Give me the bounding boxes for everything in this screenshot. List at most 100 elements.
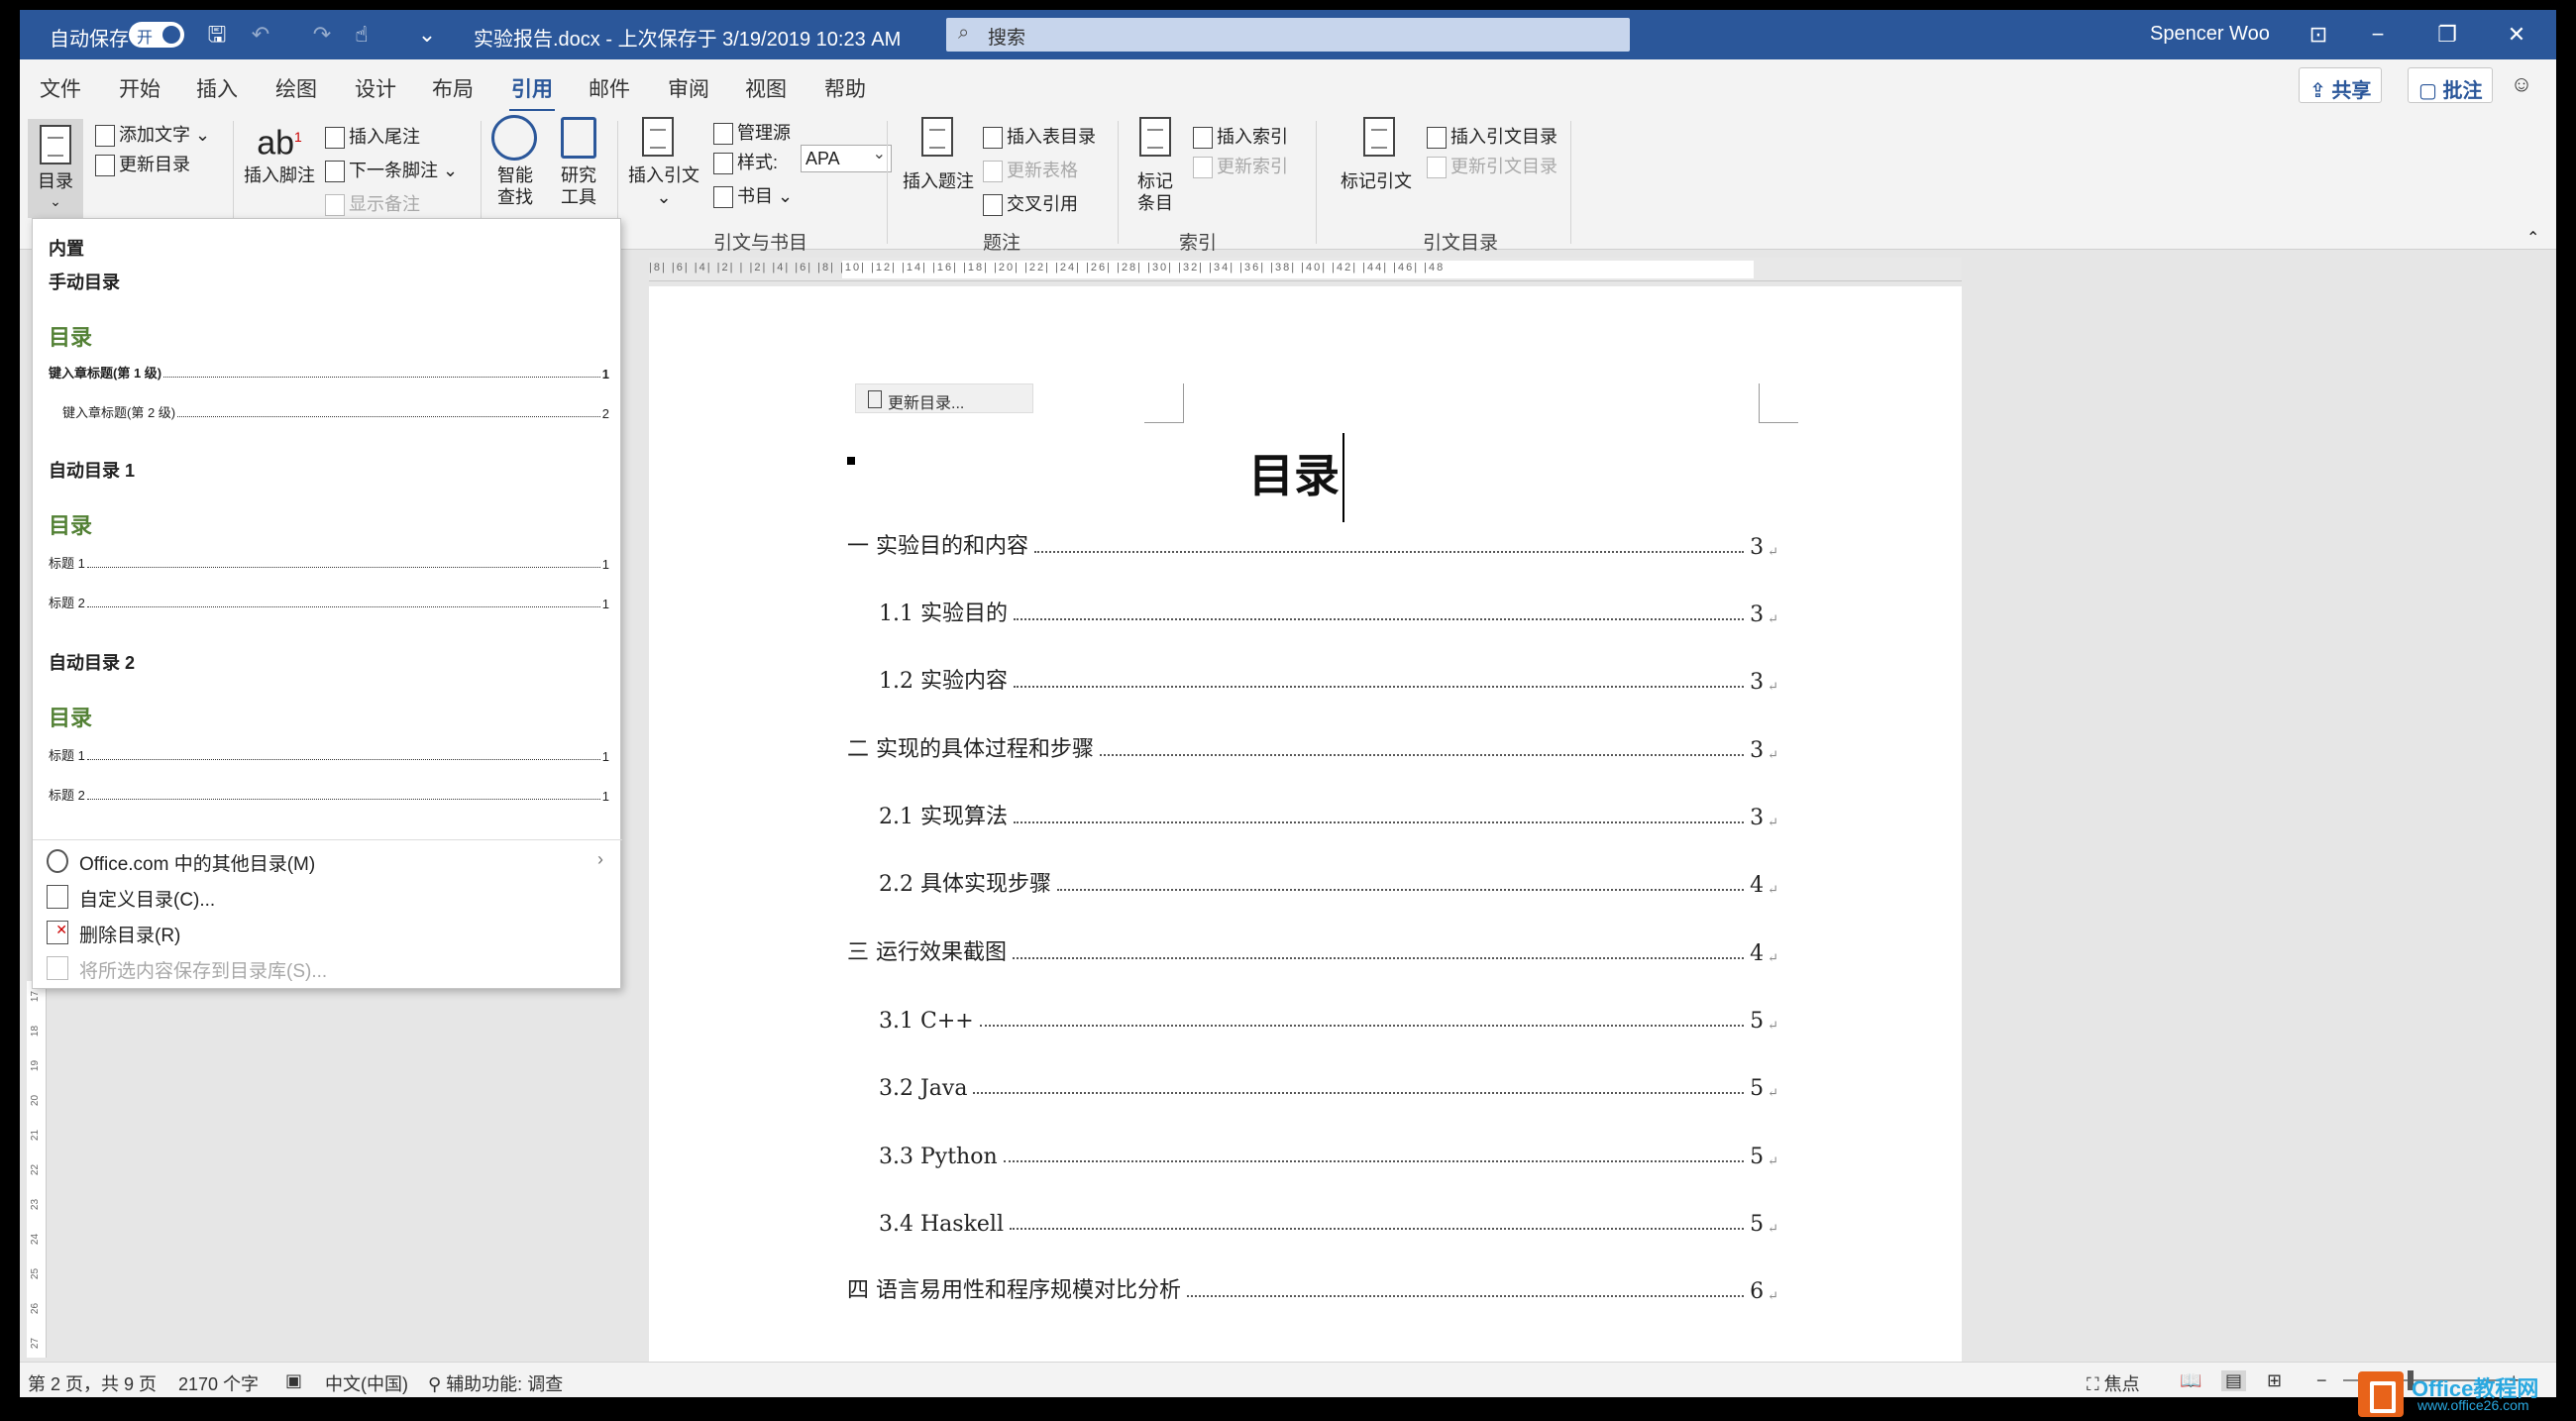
next-footnote-button[interactable]: 下一条脚注 ⌄ <box>325 157 458 182</box>
tab-mailings[interactable]: 邮件 <box>589 73 630 103</box>
accessibility-status[interactable]: ⚲ 辅助功能: 调查 <box>428 1370 563 1396</box>
document-page[interactable]: 更新目录... 目录 一 实验目的和内容3↵ 1.1 实验目的3↵ 1.2 实验… <box>649 286 1962 1376</box>
insert-toa-button[interactable]: 插入引文目录 <box>1427 123 1557 149</box>
vruler-number: 20 <box>30 1095 41 1106</box>
horizontal-ruler[interactable]: |8| |6| |4| |2| | |2| |4| |6| |8| |10| |… <box>649 258 1962 281</box>
toc-entry-page: 6 <box>1750 1279 1764 1304</box>
update-toa-button[interactable]: 更新引文目录 <box>1427 153 1557 178</box>
tab-insert[interactable]: 插入 <box>196 73 238 103</box>
close-icon[interactable]: ✕ <box>2487 10 2546 59</box>
tab-draw[interactable]: 绘图 <box>275 73 317 103</box>
update-toc-label: 更新目录 <box>119 155 190 174</box>
tab-file[interactable]: 文件 <box>40 73 81 103</box>
customize-toolbar-icon[interactable]: ⌄ <box>412 20 442 50</box>
feedback-smiley-icon[interactable]: ☺ <box>2507 69 2536 99</box>
toc-entry[interactable]: 3.2 Java5↵ <box>879 1071 1778 1101</box>
toc-content-control[interactable]: 更新目录... <box>855 383 1033 413</box>
user-name[interactable]: Spencer Woo <box>2150 23 2270 46</box>
read-mode-icon[interactable]: 📖 <box>2180 1370 2201 1391</box>
update-table-button[interactable]: 更新表格 <box>983 157 1078 182</box>
toc-entry[interactable]: 2.1 实现算法3↵ <box>879 801 1778 830</box>
share-button[interactable]: ⇪ 共享 <box>2299 67 2382 103</box>
citation-style-select[interactable]: APA <box>801 145 892 172</box>
insert-table-of-figures-button[interactable]: 插入表目录 <box>983 123 1096 149</box>
add-text-button[interactable]: 添加文字 ⌄ <box>95 121 210 147</box>
tab-references[interactable]: 引用 <box>511 73 553 103</box>
redo-icon[interactable]: ↷ <box>307 20 337 50</box>
insert-footnote-button[interactable]: 插入脚注 <box>240 164 319 186</box>
search-box[interactable]: ⌕ 搜索 <box>946 18 1630 52</box>
gallery-item-manual-toc[interactable]: 手动目录 目录 键入章标题(第 1 级)1 键入章标题(第 2 级)2 <box>33 263 622 431</box>
update-toc-button[interactable]: 更新目录 <box>95 151 190 176</box>
researcher-button[interactable]: 研究工具 <box>549 164 608 208</box>
toc-entry-text: 一 实验目的和内容 <box>847 528 1028 560</box>
chevron-down-icon: ⌄ <box>28 190 83 212</box>
ribbon-display-options-icon[interactable]: ⊡ <box>2289 10 2348 59</box>
toc-entry[interactable]: 2.2 具体实现步骤4↵ <box>879 868 1778 898</box>
insert-endnote-button[interactable]: 插入尾注 <box>325 123 420 149</box>
autosave-state: 开 <box>137 24 153 48</box>
toc-entry[interactable]: 二 实现的具体过程和步骤3↵ <box>847 733 1778 763</box>
toc-entry-text: 3.2 Java <box>879 1076 967 1101</box>
menu-item-label: Office.com 中的其他目录(M) <box>79 849 315 876</box>
menu-item-remove-toc[interactable]: ✕ 删除目录(R) <box>33 915 622 950</box>
tab-design[interactable]: 设计 <box>355 73 396 103</box>
print-layout-icon[interactable]: ▤ <box>2221 1370 2246 1391</box>
touch-mode-icon[interactable]: ☝ <box>347 20 376 50</box>
group-divider <box>1118 121 1119 244</box>
cross-reference-button[interactable]: 交叉引用 <box>983 190 1078 216</box>
proofing-icon[interactable]: ▣ <box>285 1370 302 1391</box>
toc-entry[interactable]: 三 运行效果截图4↵ <box>847 936 1778 966</box>
vertical-ruler[interactable]: 17 18 19 20 21 22 23 24 25 26 27 <box>27 981 47 1358</box>
update-index-button[interactable]: 更新索引 <box>1193 153 1288 178</box>
update-index-label: 更新索引 <box>1217 157 1288 176</box>
page-count[interactable]: 第 2 页，共 9 页 <box>28 1370 157 1396</box>
toc-entry[interactable]: 3.3 Python5↵ <box>879 1140 1778 1169</box>
comments-button[interactable]: ▢ 批注 <box>2408 67 2493 103</box>
minimize-icon[interactable]: − <box>2348 10 2408 59</box>
toc-update-button[interactable]: 更新目录... <box>888 395 964 412</box>
tab-review[interactable]: 审阅 <box>668 73 709 103</box>
focus-mode-button[interactable]: ⛶ 焦点 <box>2087 1370 2140 1396</box>
toc-entry[interactable]: 1.2 实验内容3↵ <box>879 665 1778 695</box>
update-toa-label: 更新引文目录 <box>1450 157 1557 176</box>
insert-citation-button[interactable]: 插入引文⌄ <box>622 164 705 208</box>
manage-sources-button[interactable]: 管理源 <box>713 119 791 145</box>
language-status[interactable]: 中文(中国) <box>325 1370 408 1396</box>
toc-button[interactable]: 目录 ⌄ <box>28 119 83 218</box>
menu-item-more-office-toc[interactable]: Office.com 中的其他目录(M) › <box>33 843 622 879</box>
zoom-out-icon[interactable]: − <box>2316 1370 2327 1391</box>
autosave-toggle[interactable]: 开 <box>129 22 184 48</box>
tab-home[interactable]: 开始 <box>119 73 161 103</box>
bibliography-label: 书目 <box>737 186 773 206</box>
menu-item-save-selection[interactable]: 将所选内容保存到目录库(S)... <box>33 950 622 986</box>
insert-index-button[interactable]: 插入索引 <box>1193 123 1288 149</box>
insert-caption-button[interactable]: 插入题注 <box>896 170 981 192</box>
tab-layout[interactable]: 布局 <box>432 73 474 103</box>
collapse-ribbon-icon[interactable]: ⌃ <box>2526 228 2539 248</box>
gallery-item-label: 手动目录 <box>49 269 120 294</box>
gallery-item-auto-toc-2[interactable]: 自动目录 2 目录 标题 11 标题 21 <box>33 635 622 814</box>
leader-dots <box>1187 1295 1744 1297</box>
word-count[interactable]: 2170 个字 <box>178 1370 259 1396</box>
toc-entry[interactable]: 四 语言易用性和程序规模对比分析6↵ <box>847 1274 1778 1304</box>
toc-entry[interactable]: 1.1 实验目的3↵ <box>879 598 1778 627</box>
smart-lookup-label-1: 智能 <box>497 165 533 185</box>
toc-entry-page: 4 <box>1750 873 1764 898</box>
mark-entry-button[interactable]: 标记条目 <box>1126 170 1185 214</box>
smart-lookup-button[interactable]: 智能查找 <box>485 164 545 208</box>
show-notes-button[interactable]: 显示备注 <box>325 190 420 216</box>
undo-icon[interactable]: ↶ <box>246 20 275 50</box>
menu-item-custom-toc[interactable]: 自定义目录(C)... <box>33 879 622 915</box>
tab-view[interactable]: 视图 <box>745 73 787 103</box>
tab-help[interactable]: 帮助 <box>824 73 866 103</box>
bibliography-button[interactable]: 书目 ⌄ <box>713 182 793 208</box>
gallery-item-auto-toc-1[interactable]: 自动目录 1 目录 标题 11 标题 21 <box>33 443 622 621</box>
mark-citation-button[interactable]: 标记引文 <box>1322 170 1431 192</box>
web-layout-icon[interactable]: ⊞ <box>2267 1370 2282 1391</box>
toc-entry[interactable]: 3.1 C++5↵ <box>879 1004 1778 1034</box>
toc-entry[interactable]: 3.4 Haskell5↵ <box>879 1207 1778 1237</box>
toc-entry[interactable]: 一 实验目的和内容3↵ <box>847 530 1778 560</box>
restore-icon[interactable]: ❐ <box>2417 10 2477 59</box>
save-icon[interactable]: 🖫 <box>202 20 232 50</box>
